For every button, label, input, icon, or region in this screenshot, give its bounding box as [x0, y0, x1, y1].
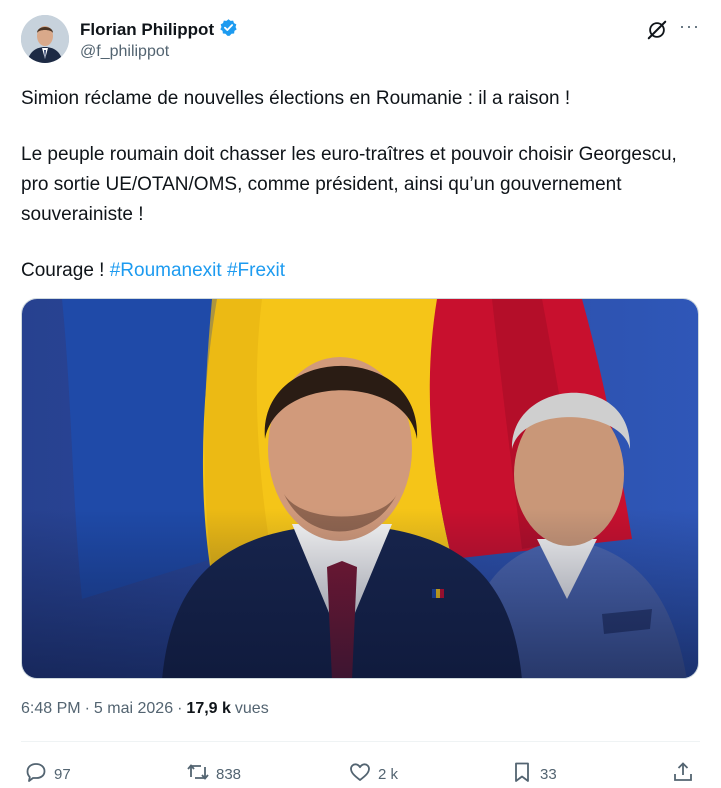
- author-handle[interactable]: @f_philippot: [80, 43, 169, 61]
- author-display-name[interactable]: Florian Philippot: [80, 20, 214, 40]
- bookmark-count: 33: [540, 765, 557, 783]
- bookmark-icon: [510, 760, 534, 788]
- repost-icon: [186, 760, 210, 788]
- avatar[interactable]: [21, 15, 69, 63]
- courage-text: Courage !: [21, 260, 110, 281]
- tweet-text-courage: Courage ! #Roumanexit #Frexit: [21, 256, 691, 286]
- share-icon: [671, 760, 695, 788]
- reply-button[interactable]: 97: [24, 760, 71, 788]
- tweet-date[interactable]: 5 mai 2026: [94, 700, 173, 718]
- views-label: vues: [234, 700, 269, 717]
- tweet-text-line1: Simion réclame de nouvelles élections en…: [21, 88, 571, 109]
- hashtag-roumanexit[interactable]: #Roumanexit: [110, 260, 222, 281]
- grok-icon[interactable]: [646, 19, 668, 41]
- verified-badge-icon: [219, 18, 238, 42]
- tweet-media-image[interactable]: [21, 298, 699, 679]
- hashtag-frexit[interactable]: #Frexit: [227, 260, 285, 281]
- meta-separator: ·: [84, 700, 90, 717]
- divider: [21, 741, 700, 742]
- tweet-meta: 6:48 PM · 5 mai 2026 · 17,9 k vues: [21, 700, 269, 718]
- like-button[interactable]: 2 k: [348, 760, 398, 788]
- more-icon[interactable]: ···: [679, 16, 700, 37]
- meta-separator: ·: [177, 700, 183, 717]
- heart-icon: [348, 760, 372, 788]
- repost-count: 838: [216, 765, 242, 783]
- share-button[interactable]: [671, 760, 695, 788]
- tweet-time[interactable]: 6:48 PM: [21, 700, 81, 718]
- reply-count: 97: [54, 765, 71, 783]
- like-count: 2 k: [378, 765, 399, 783]
- author-name-row[interactable]: Florian Philippot: [80, 18, 238, 42]
- views-count: 17,9 k: [186, 700, 231, 717]
- repost-button[interactable]: 838: [186, 760, 241, 788]
- tweet-text-paragraph2: Le peuple roumain doit chasser les euro-…: [21, 144, 677, 225]
- reply-icon: [24, 760, 48, 788]
- bookmark-button[interactable]: 33: [510, 760, 557, 788]
